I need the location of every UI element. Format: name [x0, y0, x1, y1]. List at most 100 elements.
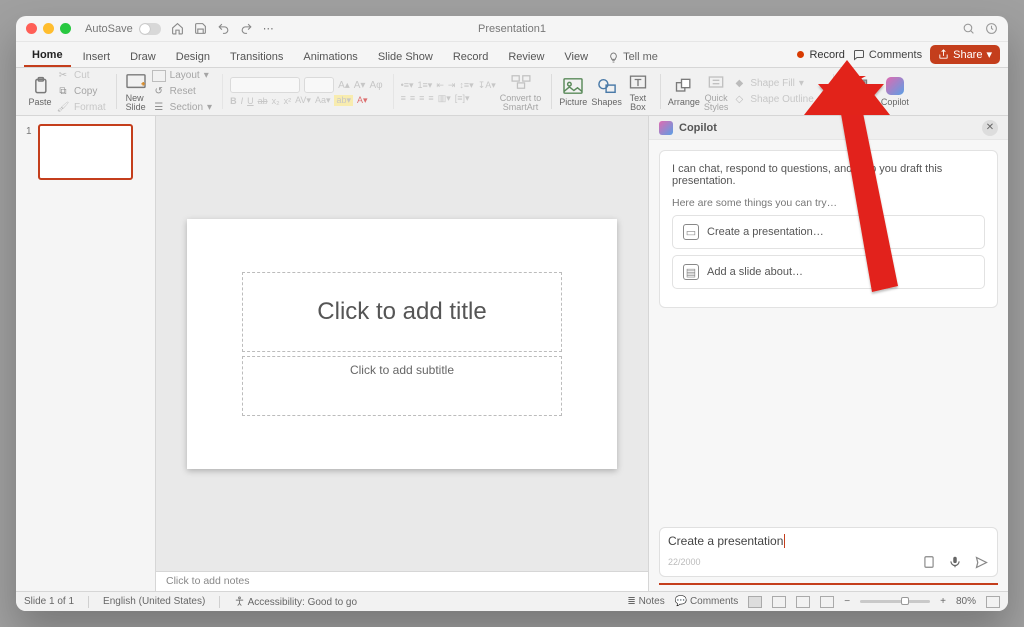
share-button[interactable]: Share ▾	[930, 45, 1000, 64]
quick-styles-button[interactable]: Quick Styles	[702, 70, 731, 113]
attachment-icon[interactable]	[921, 554, 937, 570]
font-color-button[interactable]: A▾	[357, 95, 368, 106]
arrange-button[interactable]: Arrange	[666, 70, 702, 113]
superscript-button[interactable]: x²	[284, 96, 292, 106]
notes-pane[interactable]: Click to add notes	[156, 571, 648, 591]
tab-record[interactable]: Record	[445, 47, 496, 67]
workspace: 1 Click to add title Click to add subtit…	[16, 116, 1008, 591]
view-reading-icon[interactable]	[796, 596, 810, 608]
more-icon[interactable]: ⋯	[263, 22, 275, 35]
record-button[interactable]: Record	[797, 49, 844, 61]
bullets-button[interactable]: •≡▾	[401, 80, 414, 91]
tab-slide-show[interactable]: Slide Show	[370, 47, 441, 67]
status-slide: Slide 1 of 1	[24, 596, 74, 607]
text-cursor	[784, 534, 785, 548]
change-case-button[interactable]: Aa▾	[315, 95, 331, 106]
italic-button[interactable]: I	[241, 96, 244, 106]
picture-button[interactable]: Picture	[557, 70, 589, 113]
font-name-select[interactable]	[230, 77, 300, 93]
section-button[interactable]: ☰Section ▾	[152, 101, 212, 115]
zoom-out-button[interactable]: −	[844, 596, 850, 607]
titlebar: AutoSave ⋯ Presentation1	[16, 16, 1008, 42]
copilot-suggestion-create[interactable]: ▭ Create a presentation…	[672, 215, 985, 249]
tab-draw[interactable]: Draw	[122, 47, 164, 67]
new-slide-button[interactable]: New Slide	[122, 70, 150, 113]
tab-transitions[interactable]: Transitions	[222, 47, 291, 67]
justify-button[interactable]: ≡	[428, 93, 433, 103]
view-normal-icon[interactable]	[748, 596, 762, 608]
reset-button[interactable]: ↺Reset	[152, 85, 212, 99]
cut-button[interactable]: ✂Cut	[56, 69, 106, 83]
save-icon[interactable]	[194, 22, 207, 35]
shapes-button[interactable]: Shapes	[589, 70, 624, 113]
tell-me[interactable]: Tell me	[600, 47, 666, 67]
status-language[interactable]: English (United States)	[103, 596, 205, 607]
tab-design[interactable]: Design	[168, 47, 218, 67]
columns-button[interactable]: ▥▾	[438, 93, 451, 104]
tab-animations[interactable]: Animations	[295, 47, 365, 67]
view-sorter-icon[interactable]	[772, 596, 786, 608]
slide-thumbnail[interactable]	[38, 124, 133, 180]
tab-insert[interactable]: Insert	[75, 47, 119, 67]
text-direction-button[interactable]: ↧A▾	[478, 80, 496, 91]
convert-smartart-button[interactable]: Convert to SmartArt	[498, 70, 544, 113]
zoom-level[interactable]: 80%	[956, 596, 976, 607]
title-placeholder[interactable]: Click to add title	[242, 272, 562, 352]
slide-canvas[interactable]: Click to add title Click to add subtitle	[156, 116, 648, 571]
autosave-toggle[interactable]: AutoSave	[85, 23, 161, 35]
paste-button[interactable]: Paste	[26, 70, 54, 113]
fit-to-window-icon[interactable]	[986, 596, 1000, 608]
zoom-slider[interactable]	[860, 600, 930, 603]
clear-format-icon[interactable]: Aφ	[369, 80, 382, 91]
minimize-window[interactable]	[43, 23, 54, 34]
redo-icon[interactable]	[240, 22, 253, 35]
textbox-button[interactable]: Text Box	[624, 70, 652, 113]
subscript-button[interactable]: x₂	[272, 96, 280, 106]
microphone-icon[interactable]	[947, 554, 963, 570]
undo-icon[interactable]	[217, 22, 230, 35]
status-comments[interactable]: 💬 Comments	[675, 596, 739, 607]
status-notes[interactable]: ≣ Notes	[627, 596, 664, 607]
align-right-button[interactable]: ≡	[419, 93, 424, 103]
align-left-button[interactable]: ≡	[401, 93, 406, 103]
copilot-suggestion-add-slide[interactable]: ▤ Add a slide about…	[672, 255, 985, 289]
indent-button[interactable]: ⇥	[448, 80, 456, 91]
letter-spacing-button[interactable]: AV▾	[295, 95, 311, 106]
status-accessibility[interactable]: Accessibility: Good to go	[234, 596, 357, 608]
numbering-button[interactable]: 1≡▾	[418, 80, 433, 91]
underline-button[interactable]: U	[247, 96, 254, 106]
tab-view[interactable]: View	[556, 47, 596, 67]
format-painter-button[interactable]: 🖌Format	[56, 101, 106, 115]
zoom-in-button[interactable]: +	[940, 596, 946, 607]
font-size-select[interactable]	[304, 77, 334, 93]
autosave-switch[interactable]	[139, 23, 161, 35]
copy-button[interactable]: ⧉Copy	[56, 85, 106, 99]
outdent-button[interactable]: ⇤	[436, 80, 444, 91]
comments-button[interactable]: Comments	[853, 49, 922, 61]
home-icon[interactable]	[171, 22, 184, 35]
tab-review[interactable]: Review	[500, 47, 552, 67]
increase-font-icon[interactable]: A▴	[338, 80, 350, 91]
close-window[interactable]	[26, 23, 37, 34]
history-icon[interactable]	[985, 22, 998, 35]
subtitle-placeholder[interactable]: Click to add subtitle	[242, 356, 562, 416]
align-center-button[interactable]: ≡	[410, 93, 415, 103]
search-icon[interactable]	[962, 22, 975, 35]
designer-button[interactable]: Designer	[839, 70, 879, 113]
line-spacing-button[interactable]: ↕≡▾	[459, 80, 473, 91]
tab-home[interactable]: Home	[24, 45, 71, 67]
shape-fill-button[interactable]: ◆Shape Fill ▾	[732, 77, 822, 91]
send-icon[interactable]	[973, 554, 989, 570]
copilot-button[interactable]: Copilot	[879, 70, 911, 113]
view-slideshow-icon[interactable]	[820, 596, 834, 608]
copilot-close-button[interactable]: ✕	[982, 120, 998, 136]
align-text-button[interactable]: [≡]▾	[455, 93, 470, 104]
highlight-button[interactable]: ab▾	[334, 95, 353, 106]
decrease-font-icon[interactable]: A▾	[354, 80, 366, 91]
shape-outline-button[interactable]: ◇Shape Outline ▾	[732, 93, 822, 107]
strike-button[interactable]: ab	[258, 96, 268, 106]
copilot-input[interactable]: Create a presentation 22/2000	[659, 527, 998, 577]
bold-button[interactable]: B	[230, 96, 237, 106]
zoom-window[interactable]	[60, 23, 71, 34]
layout-button[interactable]: Layout ▾	[152, 69, 212, 83]
